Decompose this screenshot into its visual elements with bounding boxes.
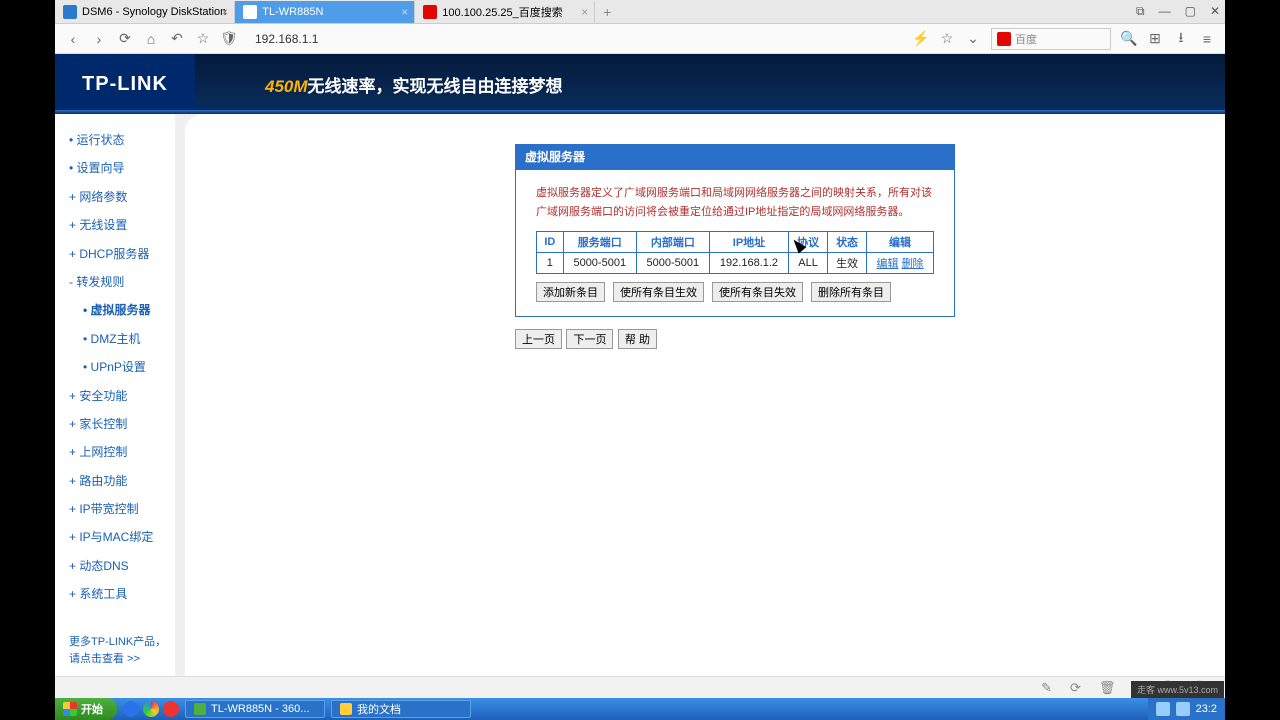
menu-access[interactable]: 上网控制	[63, 438, 175, 466]
tool-icon[interactable]: ✎	[1041, 680, 1052, 696]
tab-label: TL-WR885N	[262, 6, 323, 18]
tab-baidu[interactable]: 100.100.25.25_百度搜索 ×	[415, 1, 595, 23]
refresh-icon[interactable]: ⟳	[1070, 680, 1081, 696]
col-id: ID	[537, 232, 564, 253]
clock[interactable]: 23:2	[1196, 703, 1217, 715]
menu-ddns[interactable]: 动态DNS	[63, 552, 175, 580]
zoom-icon[interactable]: 🔍	[1194, 680, 1210, 696]
menu-status[interactable]: 运行状态	[63, 126, 175, 154]
taskbar-task-documents[interactable]: 我的文档	[331, 700, 471, 718]
add-entry-button[interactable]: 添加新条目	[536, 282, 605, 302]
tab-label: DSM6 - Synology DiskStation	[82, 6, 226, 18]
home-icon[interactable]: ⌂	[143, 31, 159, 47]
undo-icon[interactable]: ↶	[169, 31, 185, 47]
bookmark-icon[interactable]: ☆	[939, 31, 955, 47]
window-minimize-icon[interactable]: —	[1159, 4, 1171, 19]
quicklaunch-app-icon[interactable]	[163, 701, 179, 717]
menu-parental[interactable]: 家长控制	[63, 410, 175, 438]
slogan: 450M无线速率，实现无线自由连接梦想	[265, 72, 563, 97]
enable-all-button[interactable]: 使所有条目生效	[613, 282, 704, 302]
close-icon[interactable]: ×	[221, 5, 228, 19]
download-icon[interactable]: ⭳	[1173, 31, 1189, 47]
quicklaunch-ie-icon[interactable]	[123, 701, 139, 717]
menu-wizard[interactable]: 设置向导	[63, 154, 175, 182]
address-bar: ‹ › ⟳ ⌂ ↶ ☆ 🛡 192.168.1.1 ⚡ ☆ ⌄ 百度 🔍 ⊞ ⭳…	[55, 24, 1225, 54]
col-edit: 编辑	[867, 232, 934, 253]
shield-icon: 🛡	[221, 31, 237, 47]
tray-icon[interactable]	[1156, 702, 1170, 716]
menu-upnp[interactable]: UPnP设置	[63, 353, 175, 381]
tab-label: 100.100.25.25_百度搜索	[442, 4, 562, 20]
disable-all-button[interactable]: 使所有条目失效	[712, 282, 803, 302]
panel-description: 虚拟服务器定义了广域网服务端口和局域网网络服务器之间的映射关系，所有对该广域网服…	[536, 184, 934, 221]
menu-ipmac[interactable]: IP与MAC绑定	[63, 523, 175, 551]
col-ip: IP地址	[709, 232, 788, 253]
virtual-server-table: ID 服务端口 内部端口 IP地址 协议 状态 编辑 1	[536, 231, 934, 274]
menu-icon[interactable]: ≡	[1199, 31, 1215, 47]
edit-link[interactable]: 编辑	[877, 258, 899, 270]
window-close-icon[interactable]: ✕	[1210, 4, 1220, 19]
table-row: 1 5000-5001 5000-5001 192.168.1.2 ALL 生效…	[537, 253, 934, 274]
menu-routing[interactable]: 路由功能	[63, 467, 175, 495]
forward-icon[interactable]: ›	[91, 31, 107, 47]
menu-system[interactable]: 系统工具	[63, 580, 175, 608]
col-intport: 内部端口	[636, 232, 709, 253]
reload-icon[interactable]: ⟳	[117, 31, 133, 47]
new-tab-button[interactable]: +	[595, 4, 619, 20]
browser-bottombar: ✎ ⟳ 🗑 🕪 🕓 🔍	[55, 676, 1225, 698]
url-input[interactable]: 192.168.1.1	[247, 29, 903, 49]
flash-icon[interactable]: ⚡	[913, 31, 929, 47]
menu-virtual-server[interactable]: 虚拟服务器	[63, 296, 175, 324]
tab-tlwr885n[interactable]: TL-WR885N ×	[235, 1, 415, 23]
sound-icon[interactable]: 🕪	[1133, 680, 1141, 696]
tray-icon[interactable]	[1176, 702, 1190, 716]
close-icon[interactable]: ×	[401, 5, 408, 19]
window-restore-icon[interactable]: ⧉	[1136, 4, 1145, 19]
menu-forward[interactable]: 转发规则	[63, 268, 175, 296]
more-products-link[interactable]: 更多TP-LINK产品，请点击查看 >>	[63, 609, 175, 669]
menu-security[interactable]: 安全功能	[63, 382, 175, 410]
delete-link[interactable]: 删除	[902, 258, 924, 270]
col-status: 状态	[828, 232, 867, 253]
star-icon[interactable]: ☆	[195, 31, 211, 47]
back-icon[interactable]: ‹	[65, 31, 81, 47]
tplink-logo: TP-LINK	[55, 54, 195, 114]
col-proto: 协议	[789, 232, 828, 253]
system-tray: 23:2	[1148, 698, 1225, 720]
quicklaunch-chrome-icon[interactable]	[143, 701, 159, 717]
search-icon[interactable]: 🔍	[1121, 31, 1137, 47]
banner: TP-LINK 450M无线速率，实现无线自由连接梦想	[55, 54, 1225, 114]
next-page-button[interactable]: 下一页	[566, 329, 613, 349]
tab-dsm[interactable]: DSM6 - Synology DiskStation×	[55, 1, 235, 23]
baidu-icon	[997, 32, 1011, 46]
window-maximize-icon[interactable]: ▢	[1185, 4, 1196, 19]
windows-taskbar: 开始 TL-WR885N - 360... 我的文档 23:2	[55, 698, 1225, 720]
browser-tabbar: DSM6 - Synology DiskStation× TL-WR885N× …	[55, 0, 1225, 24]
help-button[interactable]: 帮 助	[618, 329, 657, 349]
page-content: TP-LINK 450M无线速率，实现无线自由连接梦想 运行状态 设置向导 网络…	[55, 54, 1225, 676]
sidebar: 运行状态 设置向导 网络参数 无线设置 DHCP服务器 转发规则 虚拟服务器 D…	[55, 114, 175, 676]
delete-all-button[interactable]: 删除所有条目	[811, 282, 891, 302]
search-input[interactable]: 百度	[991, 28, 1111, 50]
close-icon[interactable]: ×	[581, 5, 588, 19]
dropdown-icon[interactable]: ⌄	[965, 31, 981, 47]
start-button[interactable]: 开始	[55, 698, 117, 720]
virtual-server-panel: 虚拟服务器 虚拟服务器定义了广域网服务端口和局域网网络服务器之间的映射关系，所有…	[515, 144, 955, 349]
menu-wireless[interactable]: 无线设置	[63, 211, 175, 239]
panel-title: 虚拟服务器	[515, 144, 955, 169]
history-icon[interactable]: 🕓	[1160, 680, 1176, 696]
menu-bandwidth[interactable]: IP带宽控制	[63, 495, 175, 523]
menu-network[interactable]: 网络参数	[63, 183, 175, 211]
prev-page-button[interactable]: 上一页	[515, 329, 562, 349]
menu-dhcp[interactable]: DHCP服务器	[63, 240, 175, 268]
col-svcport: 服务端口	[563, 232, 636, 253]
taskbar-task-browser[interactable]: TL-WR885N - 360...	[185, 700, 325, 718]
apps-icon[interactable]: ⊞	[1147, 31, 1163, 47]
windows-flag-icon	[63, 702, 77, 716]
menu-dmz[interactable]: DMZ主机	[63, 325, 175, 353]
trash-icon[interactable]: 🗑	[1099, 680, 1116, 696]
